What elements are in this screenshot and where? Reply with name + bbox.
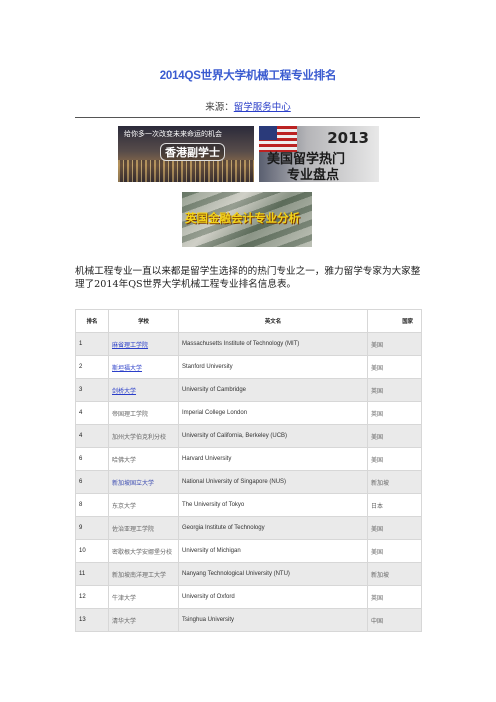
rank-cell: 2 bbox=[75, 355, 109, 379]
school-cell: 哈佛大学 bbox=[108, 447, 179, 471]
school-cell[interactable]: 斯坦福大学 bbox=[108, 355, 179, 379]
table-header-row: 排名 学校 英文名 国家 bbox=[75, 309, 422, 333]
source-link[interactable]: 留学服务中心 bbox=[234, 102, 291, 113]
school-cell: 佐治亚理工学院 bbox=[108, 516, 179, 540]
hk-associate-degree-banner[interactable]: 给你多一次改变未来命运的机会 香港副学士 bbox=[118, 126, 254, 182]
school-cell[interactable]: 麻省理工学院 bbox=[108, 332, 179, 356]
table-row: 12 牛津大学 University of Oxford 英国 bbox=[75, 585, 422, 609]
header-country: 国家 bbox=[367, 309, 422, 333]
table-row: 6 新加坡国立大学 National University of Singapore… bbox=[75, 470, 422, 494]
country-cell: 英国 bbox=[367, 378, 422, 402]
english-name-cell: Nanyang Technological University (NTU) bbox=[178, 562, 368, 586]
rank-cell: 11 bbox=[75, 562, 109, 586]
school-cell: 东京大学 bbox=[108, 493, 179, 517]
banner-us-line2: 专业盘点 bbox=[287, 168, 340, 182]
us-majors-banner[interactable]: 2013 美国留学热门 专业盘点 bbox=[259, 126, 379, 182]
rank-cell: 4 bbox=[75, 401, 109, 425]
english-name-cell: University of California, Berkeley (UCB) bbox=[178, 424, 368, 448]
table-row: 3 剑桥大学 University of Cambridge 英国 bbox=[75, 378, 422, 402]
source-line: 来源：留学服务中心 bbox=[0, 99, 496, 113]
school-cell[interactable]: 剑桥大学 bbox=[108, 378, 179, 402]
english-name-cell: Massachusetts Institute of Technology (M… bbox=[178, 332, 368, 356]
school-cell: 新加坡南洋理工大学 bbox=[108, 562, 179, 586]
school-cell: 密歇根大学安娜堡分校 bbox=[108, 539, 179, 563]
english-name-cell: The University of Tokyo bbox=[178, 493, 368, 517]
english-name-cell: Harvard University bbox=[178, 447, 368, 471]
city-lights-graphic bbox=[118, 160, 254, 182]
country-cell: 美国 bbox=[367, 332, 422, 356]
english-name-cell: National University of Singapore (NUS) bbox=[178, 470, 368, 494]
country-cell: 英国 bbox=[367, 401, 422, 425]
country-cell: 日本 bbox=[367, 493, 422, 517]
english-name-cell: Imperial College London bbox=[178, 401, 368, 425]
table-row: 10 密歇根大学安娜堡分校 University of Michigan 美国 bbox=[75, 539, 422, 563]
school-cell: 帝国理工学院 bbox=[108, 401, 179, 425]
english-name-cell: University of Cambridge bbox=[178, 378, 368, 402]
header-school: 学校 bbox=[108, 309, 179, 333]
rank-cell: 3 bbox=[75, 378, 109, 402]
rank-cell: 13 bbox=[75, 608, 109, 632]
rank-cell: 8 bbox=[75, 493, 109, 517]
header-rank: 排名 bbox=[75, 309, 109, 333]
intro-paragraph: 机械工程专业一直以来都是留学生选择的的热门专业之一，雅力留学专家为大家整理了20… bbox=[75, 266, 421, 290]
country-cell: 新加坡 bbox=[367, 562, 422, 586]
table-row: 6 哈佛大学 Harvard University 美国 bbox=[75, 447, 422, 471]
country-cell: 美国 bbox=[367, 539, 422, 563]
ranking-table: 排名 学校 英文名 国家 1 麻省理工学院 Massachusetts Instit… bbox=[75, 309, 422, 632]
banner-us-year: 2013 bbox=[327, 129, 369, 147]
banner-hk-line1: 给你多一次改变未来命运的机会 bbox=[124, 130, 222, 138]
table-row: 13 清华大学 Tsinghua University 中国 bbox=[75, 608, 422, 632]
country-cell: 美国 bbox=[367, 447, 422, 471]
english-name-cell: University of Michigan bbox=[178, 539, 368, 563]
uk-finance-banner[interactable]: 英国金融会计专业分析 bbox=[182, 192, 312, 247]
school-cell: 加州大学伯克利分校 bbox=[108, 424, 179, 448]
country-cell: 新加坡 bbox=[367, 470, 422, 494]
rank-cell: 6 bbox=[75, 447, 109, 471]
table-row: 2 斯坦福大学 Stanford University 美国 bbox=[75, 355, 422, 379]
country-cell: 美国 bbox=[367, 424, 422, 448]
english-name-cell: Tsinghua University bbox=[178, 608, 368, 632]
country-cell: 美国 bbox=[367, 516, 422, 540]
school-cell: 牛津大学 bbox=[108, 585, 179, 609]
header-english-name: 英文名 bbox=[178, 309, 368, 333]
banner-acc-text: 英国金融会计专业分析 bbox=[185, 211, 300, 225]
table-row: 1 麻省理工学院 Massachusetts Institute of Techno… bbox=[75, 332, 422, 356]
rank-cell: 10 bbox=[75, 539, 109, 563]
table-row: 4 加州大学伯克利分校 University of California, Berk… bbox=[75, 424, 422, 448]
source-label: 来源： bbox=[205, 102, 234, 113]
page-title: 2014QS世界大学机械工程专业排名 bbox=[159, 70, 337, 82]
rank-cell: 1 bbox=[75, 332, 109, 356]
country-cell: 英国 bbox=[367, 585, 422, 609]
banner-hk-line2: 香港副学士 bbox=[160, 143, 225, 161]
english-name-cell: Stanford University bbox=[178, 355, 368, 379]
school-cell: 新加坡国立大学 bbox=[108, 470, 179, 494]
country-cell: 中国 bbox=[367, 608, 422, 632]
rank-cell: 12 bbox=[75, 585, 109, 609]
country-cell: 美国 bbox=[367, 355, 422, 379]
table-row: 11 新加坡南洋理工大学 Nanyang Technological Univers… bbox=[75, 562, 422, 586]
table-row: 4 帝国理工学院 Imperial College London 英国 bbox=[75, 401, 422, 425]
table-row: 8 东京大学 The University of Tokyo 日本 bbox=[75, 493, 422, 517]
rank-cell: 4 bbox=[75, 424, 109, 448]
school-cell: 清华大学 bbox=[108, 608, 179, 632]
rank-cell: 6 bbox=[75, 470, 109, 494]
divider bbox=[75, 117, 420, 118]
english-name-cell: Georgia Institute of Technology bbox=[178, 516, 368, 540]
rank-cell: 9 bbox=[75, 516, 109, 540]
english-name-cell: University of Oxford bbox=[178, 585, 368, 609]
table-row: 9 佐治亚理工学院 Georgia Institute of Technology 美… bbox=[75, 516, 422, 540]
